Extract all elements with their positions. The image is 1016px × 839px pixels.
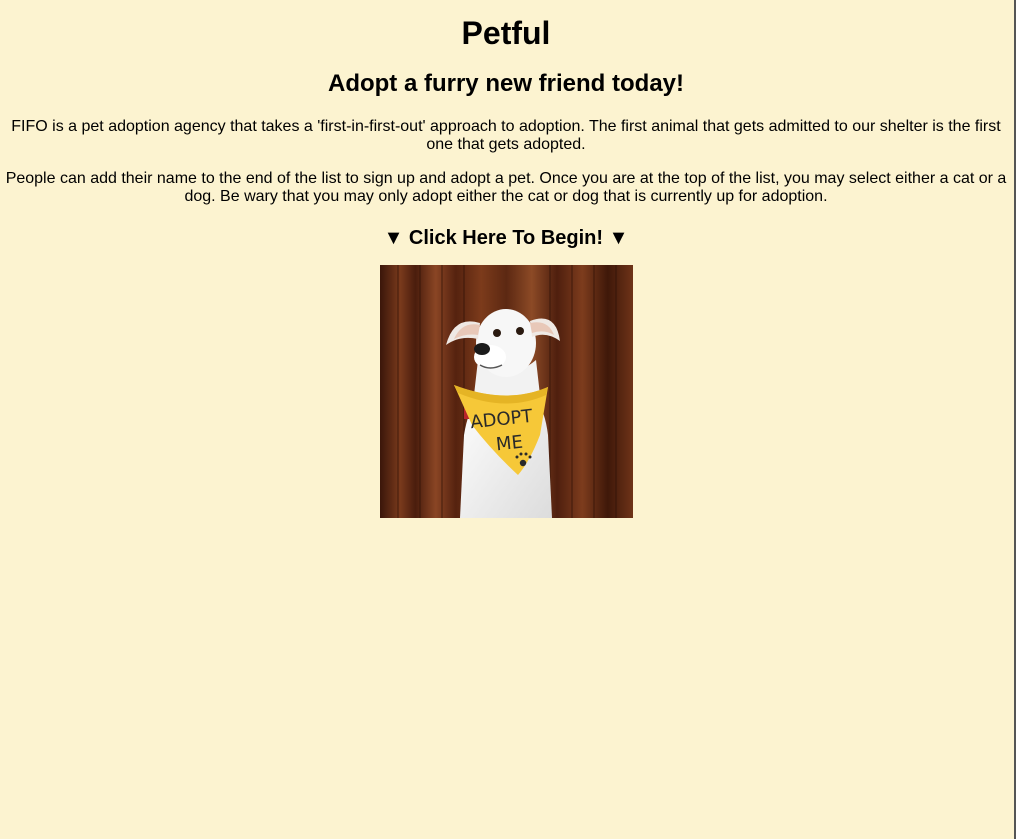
photo-container: ADOPT ME: [0, 265, 1012, 518]
site-subtitle: Adopt a furry new friend today!: [327, 70, 684, 97]
intro-paragraph-1: FIFO is a pet adoption agency that takes…: [11, 118, 1001, 153]
intro-paragraph-2: People can add their name to the end of …: [5, 170, 1007, 205]
site-title: Petful: [461, 15, 551, 51]
adopt-me-dog-photo: ADOPT ME: [379, 265, 633, 518]
landing-page: Petful Adopt a furry new friend today! F…: [0, 0, 1012, 518]
begin-link[interactable]: ▼ Click Here To Begin! ▼: [384, 226, 629, 250]
bandana-text-me: ME: [494, 432, 523, 456]
